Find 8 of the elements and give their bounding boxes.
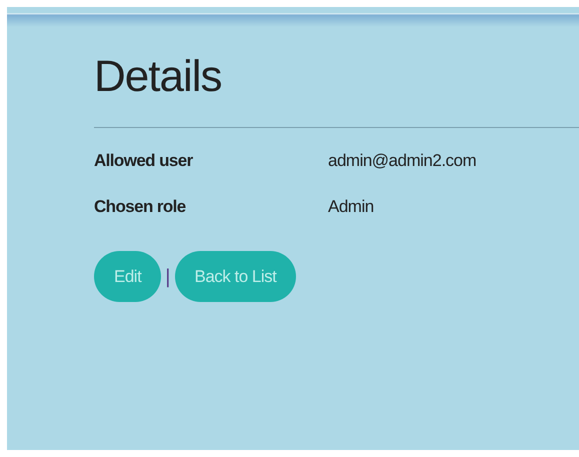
field-value: admin@admin2.com [328,150,476,172]
action-button[interactable]: Back to List [174,251,296,302]
page-heading: Details [94,53,222,102]
field-label: Chosen role [94,196,187,218]
separator: | [165,264,170,290]
field-label: Allowed user [94,150,194,172]
field-value: Admin [328,196,374,218]
action-button[interactable]: Edit [94,251,162,302]
